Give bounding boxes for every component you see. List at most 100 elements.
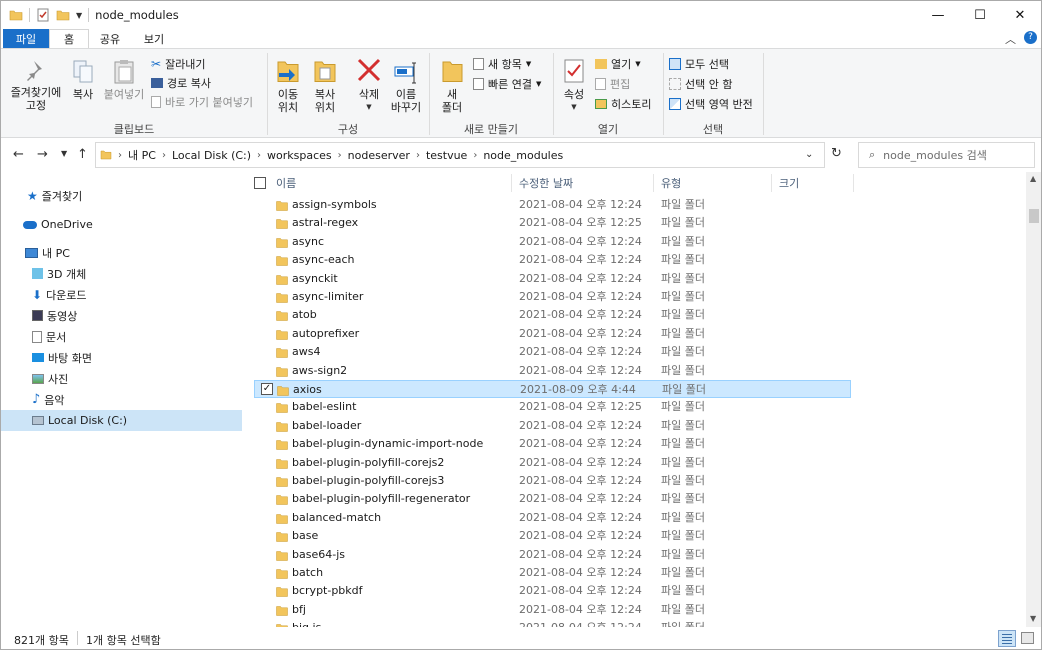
search-box[interactable]: ⌕ node_modules 검색	[858, 142, 1035, 168]
collapse-ribbon-icon[interactable]: ︿	[1005, 31, 1016, 47]
address-history-chevron-icon[interactable]: ⌄	[805, 149, 813, 160]
nav-pictures[interactable]: 사진	[1, 368, 242, 389]
edit-button[interactable]: 편집	[595, 75, 630, 93]
copy-path-button[interactable]: 경로 복사	[151, 74, 211, 92]
file-row[interactable]: autoprefixer 2021-08-04 오후 12:24 파일 폴더	[254, 325, 851, 343]
breadcrumb-testvue[interactable]: testvue	[426, 149, 467, 162]
file-row[interactable]: balanced-match 2021-08-04 오후 12:24 파일 폴더	[254, 509, 851, 527]
nav-local-disk[interactable]: Local Disk (C:)	[1, 410, 242, 431]
file-row[interactable]: atob 2021-08-04 오후 12:24 파일 폴더	[254, 306, 851, 324]
copy-to-button[interactable]: 복사 위치	[307, 57, 343, 114]
select-none-button[interactable]: 선택 안 함	[669, 75, 732, 93]
breadcrumb-workspaces[interactable]: workspaces	[267, 149, 332, 162]
file-row[interactable]: babel-loader 2021-08-04 오후 12:24 파일 폴더	[254, 417, 851, 435]
file-row[interactable]: big.js 2021-08-04 오후 12:24 파일 폴더	[254, 619, 851, 627]
open-button[interactable]: 열기 ▼	[595, 55, 641, 73]
tab-file[interactable]: 파일	[3, 29, 49, 48]
close-button[interactable]: ✕	[997, 1, 1041, 29]
large-icons-view-icon[interactable]	[1020, 631, 1035, 646]
nav-music[interactable]: ♪ 음악	[1, 389, 242, 410]
rename-button[interactable]: 이름 바꾸기	[387, 57, 425, 114]
column-divider[interactable]	[853, 174, 854, 192]
select-all-checkbox[interactable]	[254, 177, 266, 189]
row-checkbox[interactable]: ✓	[261, 383, 273, 395]
forward-arrow-icon[interactable]: →	[37, 147, 48, 162]
file-row[interactable]: aws4 2021-08-04 오후 12:24 파일 폴더	[254, 343, 851, 361]
file-row[interactable]: babel-plugin-polyfill-corejs3 2021-08-04 …	[254, 472, 851, 490]
file-row[interactable]: bcrypt-pbkdf 2021-08-04 오후 12:24 파일 폴더	[254, 582, 851, 600]
nav-documents-label: 문서	[46, 330, 67, 344]
breadcrumb-nodeserver[interactable]: nodeserver	[348, 149, 410, 162]
properties-quick-icon[interactable]	[36, 8, 50, 22]
column-header-size[interactable]: 크기	[779, 172, 799, 194]
column-header-name[interactable]: 이름	[276, 172, 296, 194]
new-item-button[interactable]: 새 항목 ▼	[473, 55, 531, 73]
nav-this-pc[interactable]: 내 PC	[1, 242, 242, 263]
file-row[interactable]: base64-js 2021-08-04 오후 12:24 파일 폴더	[254, 546, 851, 564]
customize-dropdown-icon[interactable]: ▼	[76, 11, 82, 20]
column-divider[interactable]	[653, 174, 654, 192]
file-row[interactable]: babel-plugin-dynamic-import-node 2021-08-…	[254, 435, 851, 453]
help-icon[interactable]: ?	[1024, 31, 1037, 44]
column-header-type[interactable]: 유형	[661, 172, 681, 194]
tab-view[interactable]: 보기	[137, 29, 171, 48]
file-row[interactable]: babel-plugin-polyfill-regenerator 2021-08…	[254, 490, 851, 508]
file-row[interactable]: assign-symbols 2021-08-04 오후 12:24 파일 폴더	[254, 196, 851, 214]
nav-documents[interactable]: 문서	[1, 326, 242, 347]
column-header-modified[interactable]: 수정한 날짜	[519, 172, 573, 194]
paste-button[interactable]: 붙여넣기	[101, 59, 147, 101]
file-row[interactable]: aws-sign2 2021-08-04 오후 12:24 파일 폴더	[254, 362, 851, 380]
file-row[interactable]: astral-regex 2021-08-04 오후 12:25 파일 폴더	[254, 214, 851, 232]
breadcrumb-local-disk[interactable]: Local Disk (C:)	[172, 149, 251, 162]
nav-onedrive[interactable]: OneDrive	[1, 214, 242, 235]
tab-home[interactable]: 홈	[49, 29, 89, 48]
file-name: autoprefixer	[292, 326, 360, 340]
pin-to-quick-access-button[interactable]: 즐겨찾기에 고정	[7, 59, 65, 112]
folder-icon	[276, 606, 288, 616]
file-row[interactable]: async-each 2021-08-04 오후 12:24 파일 폴더	[254, 251, 851, 269]
nav-quick-access[interactable]: ★ 즐겨찾기	[1, 185, 242, 206]
file-row[interactable]: babel-eslint 2021-08-04 오후 12:25 파일 폴더	[254, 398, 851, 416]
delete-button[interactable]: 삭제 ▼	[353, 57, 385, 114]
new-folder-quick-icon[interactable]	[56, 8, 70, 22]
nav-downloads[interactable]: ⬇ 다운로드	[1, 284, 242, 305]
refresh-icon[interactable]: ↻	[831, 146, 842, 161]
breadcrumb-this-pc[interactable]: 내 PC	[128, 147, 156, 163]
file-row[interactable]: bfj 2021-08-04 오후 12:24 파일 폴더	[254, 601, 851, 619]
vertical-scrollbar[interactable]: ▲ ▼	[1026, 172, 1041, 627]
easy-access-button[interactable]: 빠른 연결 ▼	[473, 75, 541, 93]
select-all-button[interactable]: 모두 선택	[669, 55, 729, 73]
move-to-button[interactable]: 이동 위치	[271, 57, 305, 114]
nav-desktop[interactable]: 바탕 화면	[1, 347, 242, 368]
file-row[interactable]: batch 2021-08-04 오후 12:24 파일 폴더	[254, 564, 851, 582]
details-view-icon[interactable]	[998, 630, 1016, 647]
scroll-up-arrow-icon[interactable]: ▲	[1030, 174, 1036, 183]
recent-locations-chevron-icon[interactable]: ▼	[61, 149, 67, 158]
tab-share[interactable]: 공유	[93, 29, 127, 48]
minimize-button[interactable]: —	[915, 1, 961, 29]
paste-shortcut-button[interactable]: 바로 가기 붙여넣기	[151, 93, 253, 111]
column-divider[interactable]	[771, 174, 772, 192]
scroll-down-arrow-icon[interactable]: ▼	[1030, 614, 1036, 623]
file-row[interactable]: async-limiter 2021-08-04 오후 12:24 파일 폴더	[254, 288, 851, 306]
file-row[interactable]: asynckit 2021-08-04 오후 12:24 파일 폴더	[254, 270, 851, 288]
address-bar[interactable]: › 내 PC › Local Disk (C:) › workspaces › …	[95, 142, 825, 168]
properties-button[interactable]: 속성 ▼	[559, 57, 589, 114]
history-button[interactable]: 히스토리	[595, 95, 651, 113]
column-divider[interactable]	[511, 174, 512, 192]
scrollbar-thumb[interactable]	[1029, 209, 1039, 223]
cut-button[interactable]: ✂ 잘라내기	[151, 55, 206, 73]
back-arrow-icon[interactable]: ←	[13, 147, 24, 162]
file-type: 파일 폴더	[661, 455, 705, 469]
file-row[interactable]: async 2021-08-04 오후 12:24 파일 폴더	[254, 233, 851, 251]
file-row[interactable]: babel-plugin-polyfill-corejs2 2021-08-04 …	[254, 454, 851, 472]
nav-3d-objects[interactable]: 3D 개체	[1, 263, 242, 284]
breadcrumb-node-modules[interactable]: node_modules	[483, 149, 563, 162]
nav-videos[interactable]: 동영상	[1, 305, 242, 326]
invert-selection-button[interactable]: 선택 영역 반전	[669, 95, 753, 113]
new-folder-button[interactable]: 새 폴더	[437, 57, 467, 114]
file-row[interactable]: base 2021-08-04 오후 12:24 파일 폴더	[254, 527, 851, 545]
file-row[interactable]: ✓ axios 2021-08-09 오후 4:44 파일 폴더	[254, 380, 851, 399]
copy-button[interactable]: 복사	[67, 59, 99, 101]
up-arrow-icon[interactable]: ↑	[77, 147, 88, 162]
